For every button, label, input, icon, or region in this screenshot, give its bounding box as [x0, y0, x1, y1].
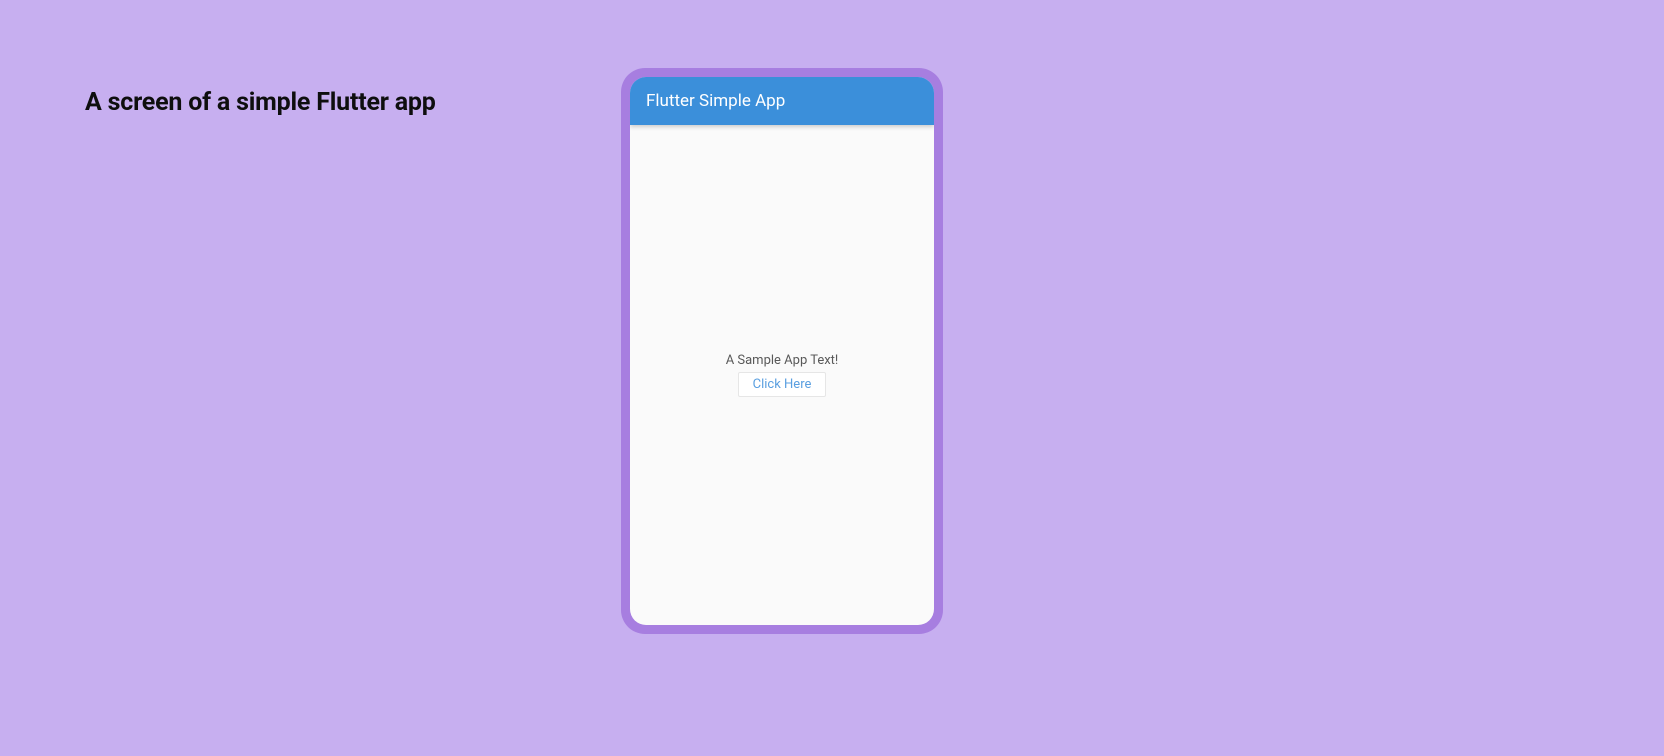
click-here-button[interactable]: Click Here [738, 372, 827, 397]
device-frame: Flutter Simple App A Sample App Text! Cl… [621, 68, 943, 634]
app-bar: Flutter Simple App [630, 77, 934, 125]
app-body: A Sample App Text! Click Here [630, 125, 934, 625]
sample-text-label: A Sample App Text! [726, 353, 839, 368]
device-screen: Flutter Simple App A Sample App Text! Cl… [630, 77, 934, 625]
figure-caption: A screen of a simple Flutter app [85, 88, 436, 117]
app-bar-title: Flutter Simple App [646, 91, 785, 111]
